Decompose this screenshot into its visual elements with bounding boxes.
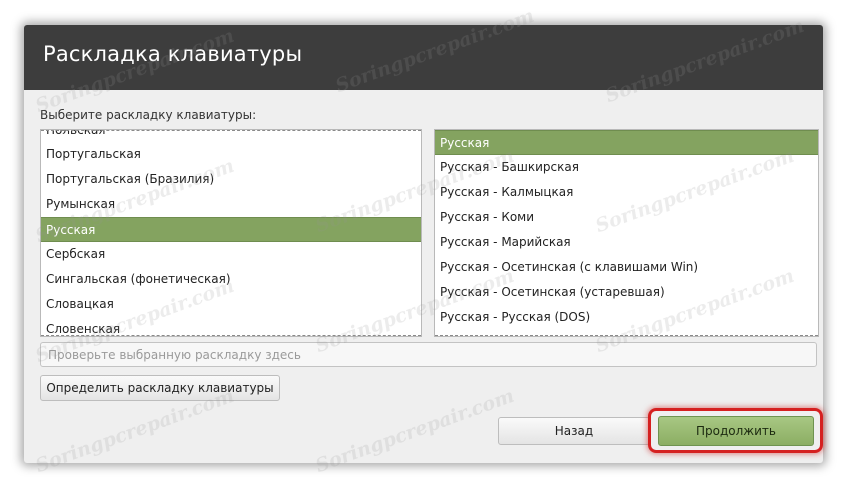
detect-layout-button[interactable]: Определить раскладку клавиатуры [40, 375, 280, 401]
layout-list-item[interactable]: Румынская [41, 192, 421, 217]
variant-list-item[interactable]: Русская - Осетинская (с клавишами Win) [435, 255, 818, 280]
installer-window: Раскладка клавиатуры Выберите раскладку … [24, 25, 823, 463]
scroll-edge-bottom-divider [41, 335, 421, 336]
variant-list[interactable]: Русская Русская - Башкирская Русская - К… [434, 129, 819, 337]
window-title: Раскладка клавиатуры [43, 42, 303, 66]
title-bar: Раскладка клавиатуры [24, 25, 823, 90]
variant-list-item[interactable]: Русская - Калмыцкая [435, 180, 818, 205]
layout-list-item[interactable]: Словацкая [41, 292, 421, 317]
back-button[interactable]: Назад [498, 417, 650, 445]
variant-list-item[interactable]: Русская - Башкирская [435, 155, 818, 180]
layout-list-item[interactable]: Португальская [41, 142, 421, 167]
layout-list[interactable]: Польская Португальская Португальская (Бр… [40, 129, 422, 337]
variant-list-item-selected[interactable]: Русская [435, 130, 818, 155]
variant-list-item[interactable]: Русская - Марийская [435, 230, 818, 255]
variant-list-item[interactable]: Русская - Осетинская (устаревшая) [435, 280, 818, 305]
layout-list-item[interactable]: Португальская (Бразилия) [41, 167, 421, 192]
variant-list-item[interactable]: Русская - Русская (DOS) [435, 305, 818, 330]
layout-test-input[interactable] [40, 342, 817, 367]
scroll-edge-bottom-divider [435, 335, 818, 336]
continue-button[interactable]: Продолжить [658, 416, 814, 446]
layout-list-item[interactable]: Польская [41, 130, 421, 143]
scroll-edge-top-divider [41, 130, 421, 131]
layout-list-item[interactable]: Сингальская (фонетическая) [41, 267, 421, 292]
layout-list-item[interactable]: Словенская [41, 317, 421, 336]
layout-list-item-selected[interactable]: Русская [41, 217, 421, 242]
layout-prompt-label: Выберите раскладку клавиатуры: [40, 108, 257, 122]
variant-list-item[interactable]: Русская - Коми [435, 205, 818, 230]
layout-list-item[interactable]: Сербская [41, 242, 421, 267]
